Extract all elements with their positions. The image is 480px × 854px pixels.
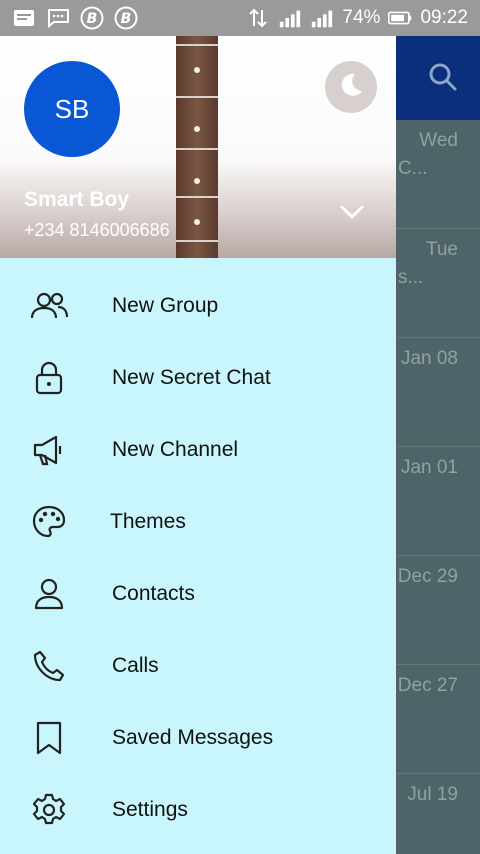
menu-item-settings[interactable]: Settings (0, 774, 396, 846)
svg-text:B: B (121, 11, 132, 27)
chevron-down-icon (340, 205, 364, 224)
navigation-drawer: SB Smart Boy +234 8146006686 New Group N… (0, 36, 396, 854)
menu-item-label: Themes (110, 510, 186, 533)
chat-row[interactable]: Tue s... (396, 229, 480, 338)
chat-date: Tue (425, 239, 458, 260)
chat-row[interactable]: Dec 27 (396, 665, 480, 774)
chat-row[interactable]: Jan 08 (396, 338, 480, 447)
gear-icon (30, 791, 68, 829)
signal-icon (310, 7, 334, 29)
menu-item-themes[interactable]: Themes (0, 486, 396, 558)
chat-row[interactable]: Jul 19 (396, 774, 480, 854)
notification-icon (12, 7, 36, 29)
bookmark-icon (30, 719, 68, 757)
chat-date: Jan 01 (400, 457, 458, 478)
chat-snippet: s... (398, 267, 424, 288)
night-mode-button[interactable] (325, 61, 377, 113)
person-icon (30, 575, 68, 613)
chat-date: Jan 08 (400, 348, 458, 369)
phone-icon (30, 647, 68, 685)
status-bar: B B 74% 09:22 (0, 0, 480, 36)
menu-item-label: Saved Messages (112, 726, 274, 749)
data-transfer-icon (246, 7, 270, 29)
chat-row[interactable]: Wed C... (396, 120, 480, 229)
signal-icon (278, 7, 302, 29)
menu-item-new-channel[interactable]: New Channel (0, 414, 396, 486)
menu-item-saved-messages[interactable]: Saved Messages (0, 702, 396, 774)
chat-date: Jul 19 (407, 784, 458, 805)
expand-accounts-button[interactable] (338, 204, 366, 224)
lock-icon (30, 359, 68, 397)
menu-item-new-group[interactable]: New Group (0, 270, 396, 342)
svg-text:B: B (87, 11, 98, 27)
menu-item-label: Contacts (112, 582, 195, 605)
b-app-icon: B (114, 6, 138, 30)
message-icon (46, 7, 70, 29)
menu-item-label: Calls (112, 654, 159, 677)
chat-date: Dec 27 (397, 675, 458, 696)
menu-item-label: New Channel (112, 438, 239, 461)
battery-percent: 74% (342, 7, 381, 28)
chat-snippet: C... (398, 158, 428, 179)
megaphone-icon (30, 431, 68, 469)
chat-list-background: Wed C... Tue s... Jan 08 Jan 01 Dec 29 Dec 27 Ju… (396, 36, 480, 854)
drawer-header: SB Smart Boy +234 8146006686 (0, 36, 396, 258)
drawer-menu: New Group New Secret Chat New Channel Th… (0, 258, 396, 846)
menu-item-new-secret-chat[interactable]: New Secret Chat (0, 342, 396, 414)
battery-icon (388, 7, 412, 29)
palette-icon (30, 503, 68, 541)
chat-row[interactable]: Dec 29 (396, 556, 480, 665)
avatar-initials: SB (54, 93, 90, 124)
user-name: Smart Boy (24, 188, 130, 211)
chat-date: Dec 29 (397, 566, 458, 587)
user-phone: +234 8146006686 (24, 220, 170, 240)
menu-item-calls[interactable]: Calls (0, 630, 396, 702)
avatar[interactable]: SB (24, 61, 120, 157)
b-app-icon: B (80, 6, 104, 30)
clock: 09:22 (420, 7, 468, 28)
chat-date: Wed (419, 130, 458, 151)
chat-row[interactable]: Jan 01 (396, 447, 480, 556)
menu-item-label: New Group (112, 294, 219, 317)
group-icon (30, 287, 68, 325)
moon-icon (336, 70, 366, 105)
search-icon[interactable] (428, 62, 458, 97)
guitar-neck-image (176, 36, 218, 258)
menu-item-label: Settings (112, 798, 188, 821)
chat-list-header (396, 36, 480, 120)
menu-item-label: New Secret Chat (112, 366, 271, 389)
menu-item-contacts[interactable]: Contacts (0, 558, 396, 630)
